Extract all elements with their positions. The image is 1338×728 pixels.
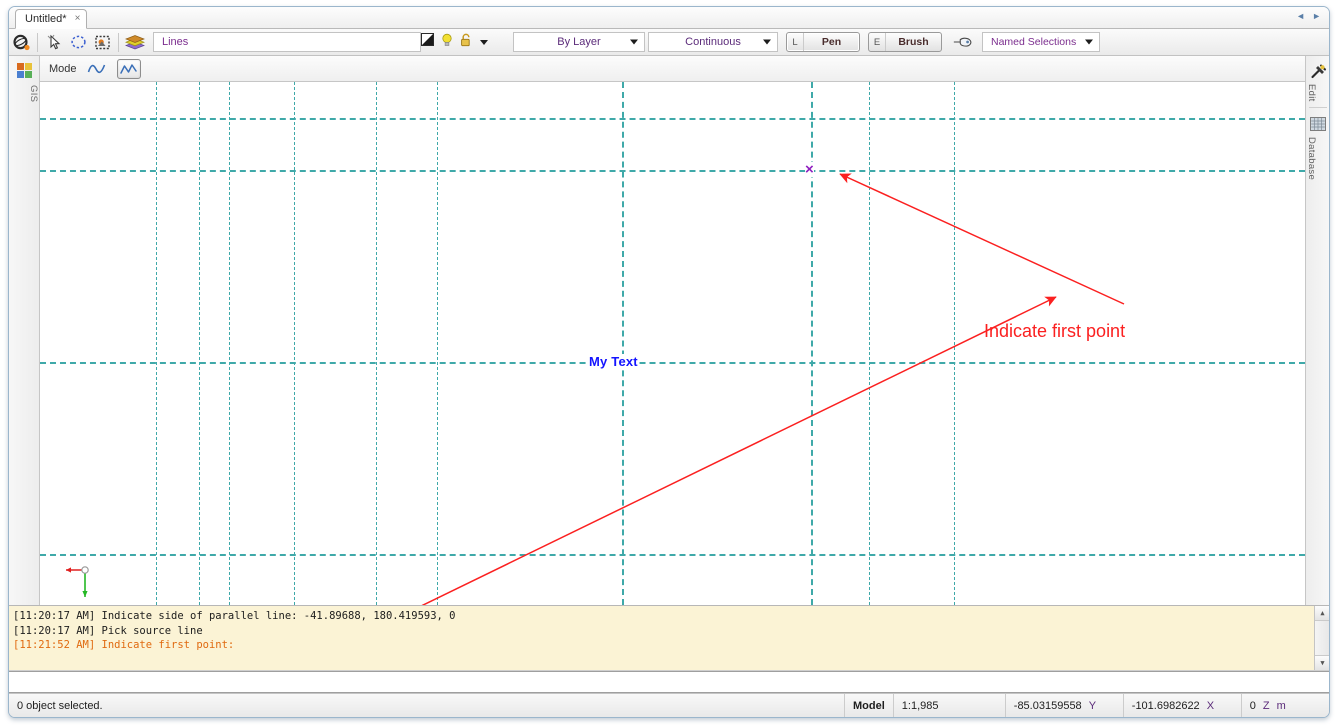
linetype-combo[interactable]: Continuous bbox=[648, 32, 778, 52]
current-layer-box[interactable]: Lines bbox=[153, 32, 421, 52]
color-by-layer-combo[interactable]: By Layer bbox=[513, 32, 645, 52]
status-bar: 0 object selected. Model 1:1,985 -85.031… bbox=[9, 693, 1329, 717]
coordinate-z-value: 0 bbox=[1249, 699, 1256, 712]
layers-icon[interactable] bbox=[124, 31, 146, 53]
coordinate-unit: m bbox=[1276, 699, 1286, 712]
database-tab-label: Database bbox=[1306, 136, 1317, 180]
axis-orientation-widget bbox=[52, 557, 102, 605]
pen-button[interactable]: L Pen bbox=[786, 32, 860, 52]
annotation-indicate-first-point: Indicate first point bbox=[984, 321, 1126, 341]
app-frame: Untitled* × ◄ ► Lines By Layer Continuou… bbox=[8, 6, 1330, 718]
right-panel-rail: Edit Database bbox=[1305, 56, 1329, 605]
arrow-to-command-line bbox=[421, 296, 1057, 605]
coordinate-x-value: -101.6982622 bbox=[1131, 699, 1200, 712]
layer-dropdown-caret-icon[interactable] bbox=[479, 33, 489, 51]
close-icon[interactable]: × bbox=[75, 14, 81, 24]
toolbar-divider bbox=[37, 32, 38, 52]
text-entity-my-text[interactable]: My Text bbox=[588, 354, 639, 369]
grid-line-vertical bbox=[199, 82, 200, 605]
command-log-line: [11:20:17 AM] Indicate side of parallel … bbox=[13, 610, 456, 622]
pen-button-label: Pen bbox=[821, 36, 842, 48]
layer-state-icons bbox=[421, 33, 489, 52]
status-selection-count: 0 object selected. bbox=[9, 694, 845, 717]
brush-button-label: Brush bbox=[898, 36, 929, 48]
chevron-right-icon[interactable]: ► bbox=[1312, 11, 1321, 21]
command-log-panel[interactable]: [11:20:17 AM] Indicate side of parallel … bbox=[9, 605, 1329, 671]
color-by-layer-value: By Layer bbox=[557, 36, 601, 48]
status-coordinate-y: -85.03159558 Y bbox=[1004, 694, 1123, 717]
command-log-scrollbar[interactable]: ▲ ▼ bbox=[1314, 606, 1329, 670]
layer-lock-icon[interactable] bbox=[460, 33, 472, 52]
named-selections-combo[interactable]: Named Selections bbox=[982, 32, 1100, 52]
rail-divider bbox=[1308, 106, 1327, 108]
origin-handle bbox=[81, 566, 89, 574]
coordinate-x-axis: X bbox=[1206, 699, 1215, 712]
main-toolbar: Lines By Layer Continuous L Pen E Brush … bbox=[9, 29, 1329, 56]
lasso-select-icon[interactable] bbox=[67, 31, 89, 53]
chevron-left-icon[interactable]: ◄ bbox=[1296, 11, 1305, 21]
current-layer-label: Lines bbox=[162, 36, 189, 48]
status-coordinate-z: 0 Z m bbox=[1240, 694, 1329, 717]
grid-line-vertical bbox=[376, 82, 377, 605]
command-log-line: [11:20:17 AM] Pick source line bbox=[13, 624, 203, 637]
brush-button[interactable]: E Brush bbox=[868, 32, 942, 52]
pen-shortcut-key: L bbox=[787, 33, 804, 51]
command-input[interactable] bbox=[9, 672, 1329, 692]
grid-line-vertical bbox=[954, 82, 955, 605]
scroll-down-icon[interactable]: ▼ bbox=[1315, 655, 1329, 670]
grid-line-vertical bbox=[229, 82, 230, 605]
tab-navigation: ◄ ► bbox=[1296, 11, 1321, 21]
scroll-up-icon[interactable]: ▲ bbox=[1315, 606, 1329, 621]
command-input-bar[interactable] bbox=[9, 671, 1329, 693]
database-panel-tab[interactable]: Database bbox=[1306, 113, 1329, 180]
status-scale[interactable]: 1:1,985 bbox=[892, 694, 1005, 717]
layer-visibility-bulb-icon[interactable] bbox=[441, 33, 453, 52]
left-panel-rail: GIS bbox=[9, 56, 40, 605]
gis-layers-icon[interactable] bbox=[9, 59, 40, 81]
edit-tab-label: Edit bbox=[1306, 84, 1317, 102]
pointing-hand-icon[interactable] bbox=[952, 31, 974, 53]
coordinate-y-axis: Y bbox=[1088, 699, 1097, 712]
coordinate-y-value: -85.03159558 bbox=[1013, 699, 1082, 712]
orbit-icon[interactable] bbox=[10, 31, 32, 53]
application-window: Untitled* × ◄ ► Lines By Layer Continuou… bbox=[0, 0, 1338, 728]
grid-table-icon bbox=[1306, 113, 1329, 135]
mode-toolbar: Mode bbox=[40, 56, 1329, 82]
hammer-tools-icon bbox=[1306, 60, 1329, 82]
gis-rail-label[interactable]: GIS bbox=[9, 85, 39, 102]
coordinate-z-axis: Z bbox=[1262, 699, 1270, 712]
select-pointer-icon[interactable] bbox=[43, 31, 65, 53]
grid-line-vertical bbox=[622, 82, 624, 605]
edit-panel-tab[interactable]: Edit bbox=[1306, 60, 1329, 102]
grid-line-vertical bbox=[869, 82, 870, 605]
status-model-space[interactable]: Model bbox=[845, 694, 893, 717]
status-coordinate-x: -101.6982622 X bbox=[1122, 694, 1241, 717]
document-tab-strip: Untitled* × ◄ ► bbox=[9, 7, 1329, 29]
mode-spline-button[interactable] bbox=[85, 59, 109, 79]
toolbar-divider-2 bbox=[118, 32, 119, 52]
command-log-line-active: [11:21:52 AM] Indicate first point: bbox=[13, 639, 235, 651]
chevron-down-icon-2[interactable] bbox=[763, 39, 771, 45]
drawing-canvas[interactable]: My Text × Indicate first point bbox=[40, 82, 1305, 605]
mode-polyline-button[interactable] bbox=[116, 58, 141, 79]
linetype-value: Continuous bbox=[685, 36, 741, 48]
rectangle-select-icon[interactable] bbox=[91, 31, 113, 53]
chevron-down-icon[interactable] bbox=[630, 39, 638, 45]
chevron-down-icon-3[interactable] bbox=[1085, 39, 1093, 45]
document-tab-label: Untitled* bbox=[25, 13, 67, 25]
point-marker-x: × bbox=[805, 161, 814, 178]
grid-line-vertical bbox=[437, 82, 438, 605]
brush-shortcut-key: E bbox=[869, 33, 886, 51]
named-selections-value: Named Selections bbox=[991, 36, 1077, 48]
document-tab-untitled[interactable]: Untitled* × bbox=[15, 9, 88, 29]
mode-label: Mode bbox=[49, 62, 77, 75]
layer-color-icon[interactable] bbox=[421, 33, 434, 51]
arrow-to-point-marker bbox=[839, 173, 1125, 305]
grid-line-vertical bbox=[156, 82, 157, 605]
grid-line-vertical bbox=[294, 82, 295, 605]
